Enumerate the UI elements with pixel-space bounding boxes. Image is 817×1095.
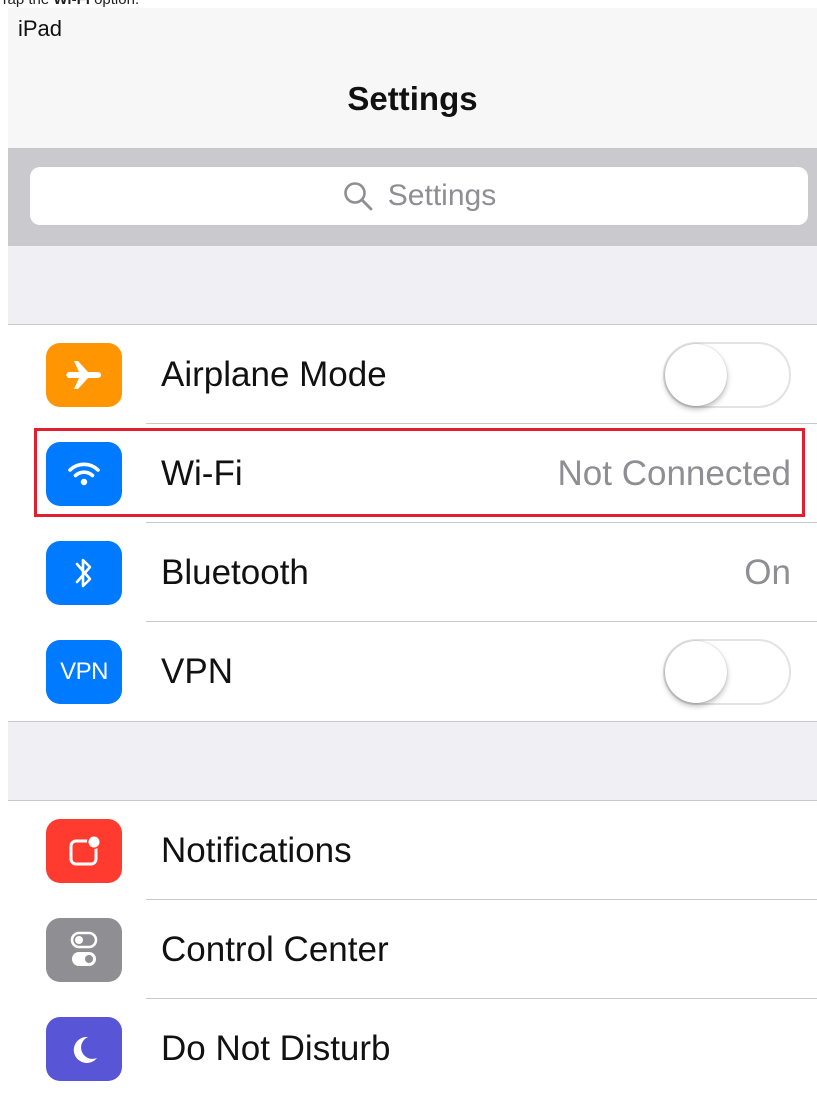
toggle-knob bbox=[665, 343, 727, 406]
device-name: iPad bbox=[18, 16, 63, 41]
settings-row-wifi[interactable]: Wi-Fi Not Connected bbox=[8, 424, 817, 523]
settings-group-general: Notifications Control Center Do Not Dist… bbox=[8, 800, 817, 1095]
settings-row-do-not-disturb[interactable]: Do Not Disturb bbox=[8, 999, 817, 1095]
settings-row-airplane-mode[interactable]: Airplane Mode bbox=[8, 325, 817, 424]
bluetooth-icon bbox=[46, 540, 122, 605]
vpn-icon: VPN bbox=[46, 639, 122, 704]
row-label: Do Not Disturb bbox=[161, 1028, 391, 1068]
notifications-icon bbox=[46, 818, 122, 883]
status-bar: iPad bbox=[8, 8, 817, 58]
settings-row-bluetooth[interactable]: Bluetooth On bbox=[8, 523, 817, 622]
instruction-caption: Tap the Wi-Fi option. bbox=[0, 0, 139, 8]
row-label: Airplane Mode bbox=[161, 354, 387, 394]
airplane-icon bbox=[46, 342, 122, 407]
vpn-icon-label: VPN bbox=[60, 657, 108, 685]
wifi-status-value: Not Connected bbox=[557, 453, 791, 493]
row-label: Notifications bbox=[161, 830, 352, 870]
settings-row-vpn[interactable]: VPN VPN bbox=[8, 622, 817, 721]
row-label: VPN bbox=[161, 651, 233, 691]
toggle-knob bbox=[665, 640, 727, 703]
search-input[interactable]: Settings bbox=[30, 167, 808, 225]
navigation-bar: Settings bbox=[8, 58, 817, 149]
bluetooth-status-value: On bbox=[744, 552, 791, 592]
settings-screen: iPad Settings Settings Airplane Mode Wi-… bbox=[8, 8, 817, 1095]
settings-row-control-center[interactable]: Control Center bbox=[8, 900, 817, 999]
settings-group-connectivity: Airplane Mode Wi-Fi Not Connected Blueto… bbox=[8, 324, 817, 722]
control-center-icon bbox=[46, 917, 122, 982]
search-placeholder: Settings bbox=[387, 179, 497, 212]
moon-icon bbox=[46, 1016, 122, 1081]
page-title: Settings bbox=[347, 80, 478, 117]
search-area: Settings bbox=[8, 149, 817, 246]
airplane-mode-toggle[interactable] bbox=[663, 341, 791, 408]
row-label: Control Center bbox=[161, 929, 389, 969]
wifi-icon bbox=[46, 441, 122, 506]
row-label: Wi-Fi bbox=[161, 453, 243, 493]
settings-row-notifications[interactable]: Notifications bbox=[8, 801, 817, 900]
page: Tap the Wi-Fi option. iPad Settings Sett… bbox=[0, 0, 817, 1095]
vpn-toggle[interactable] bbox=[663, 638, 791, 705]
search-icon bbox=[342, 180, 374, 212]
row-label: Bluetooth bbox=[161, 552, 309, 592]
